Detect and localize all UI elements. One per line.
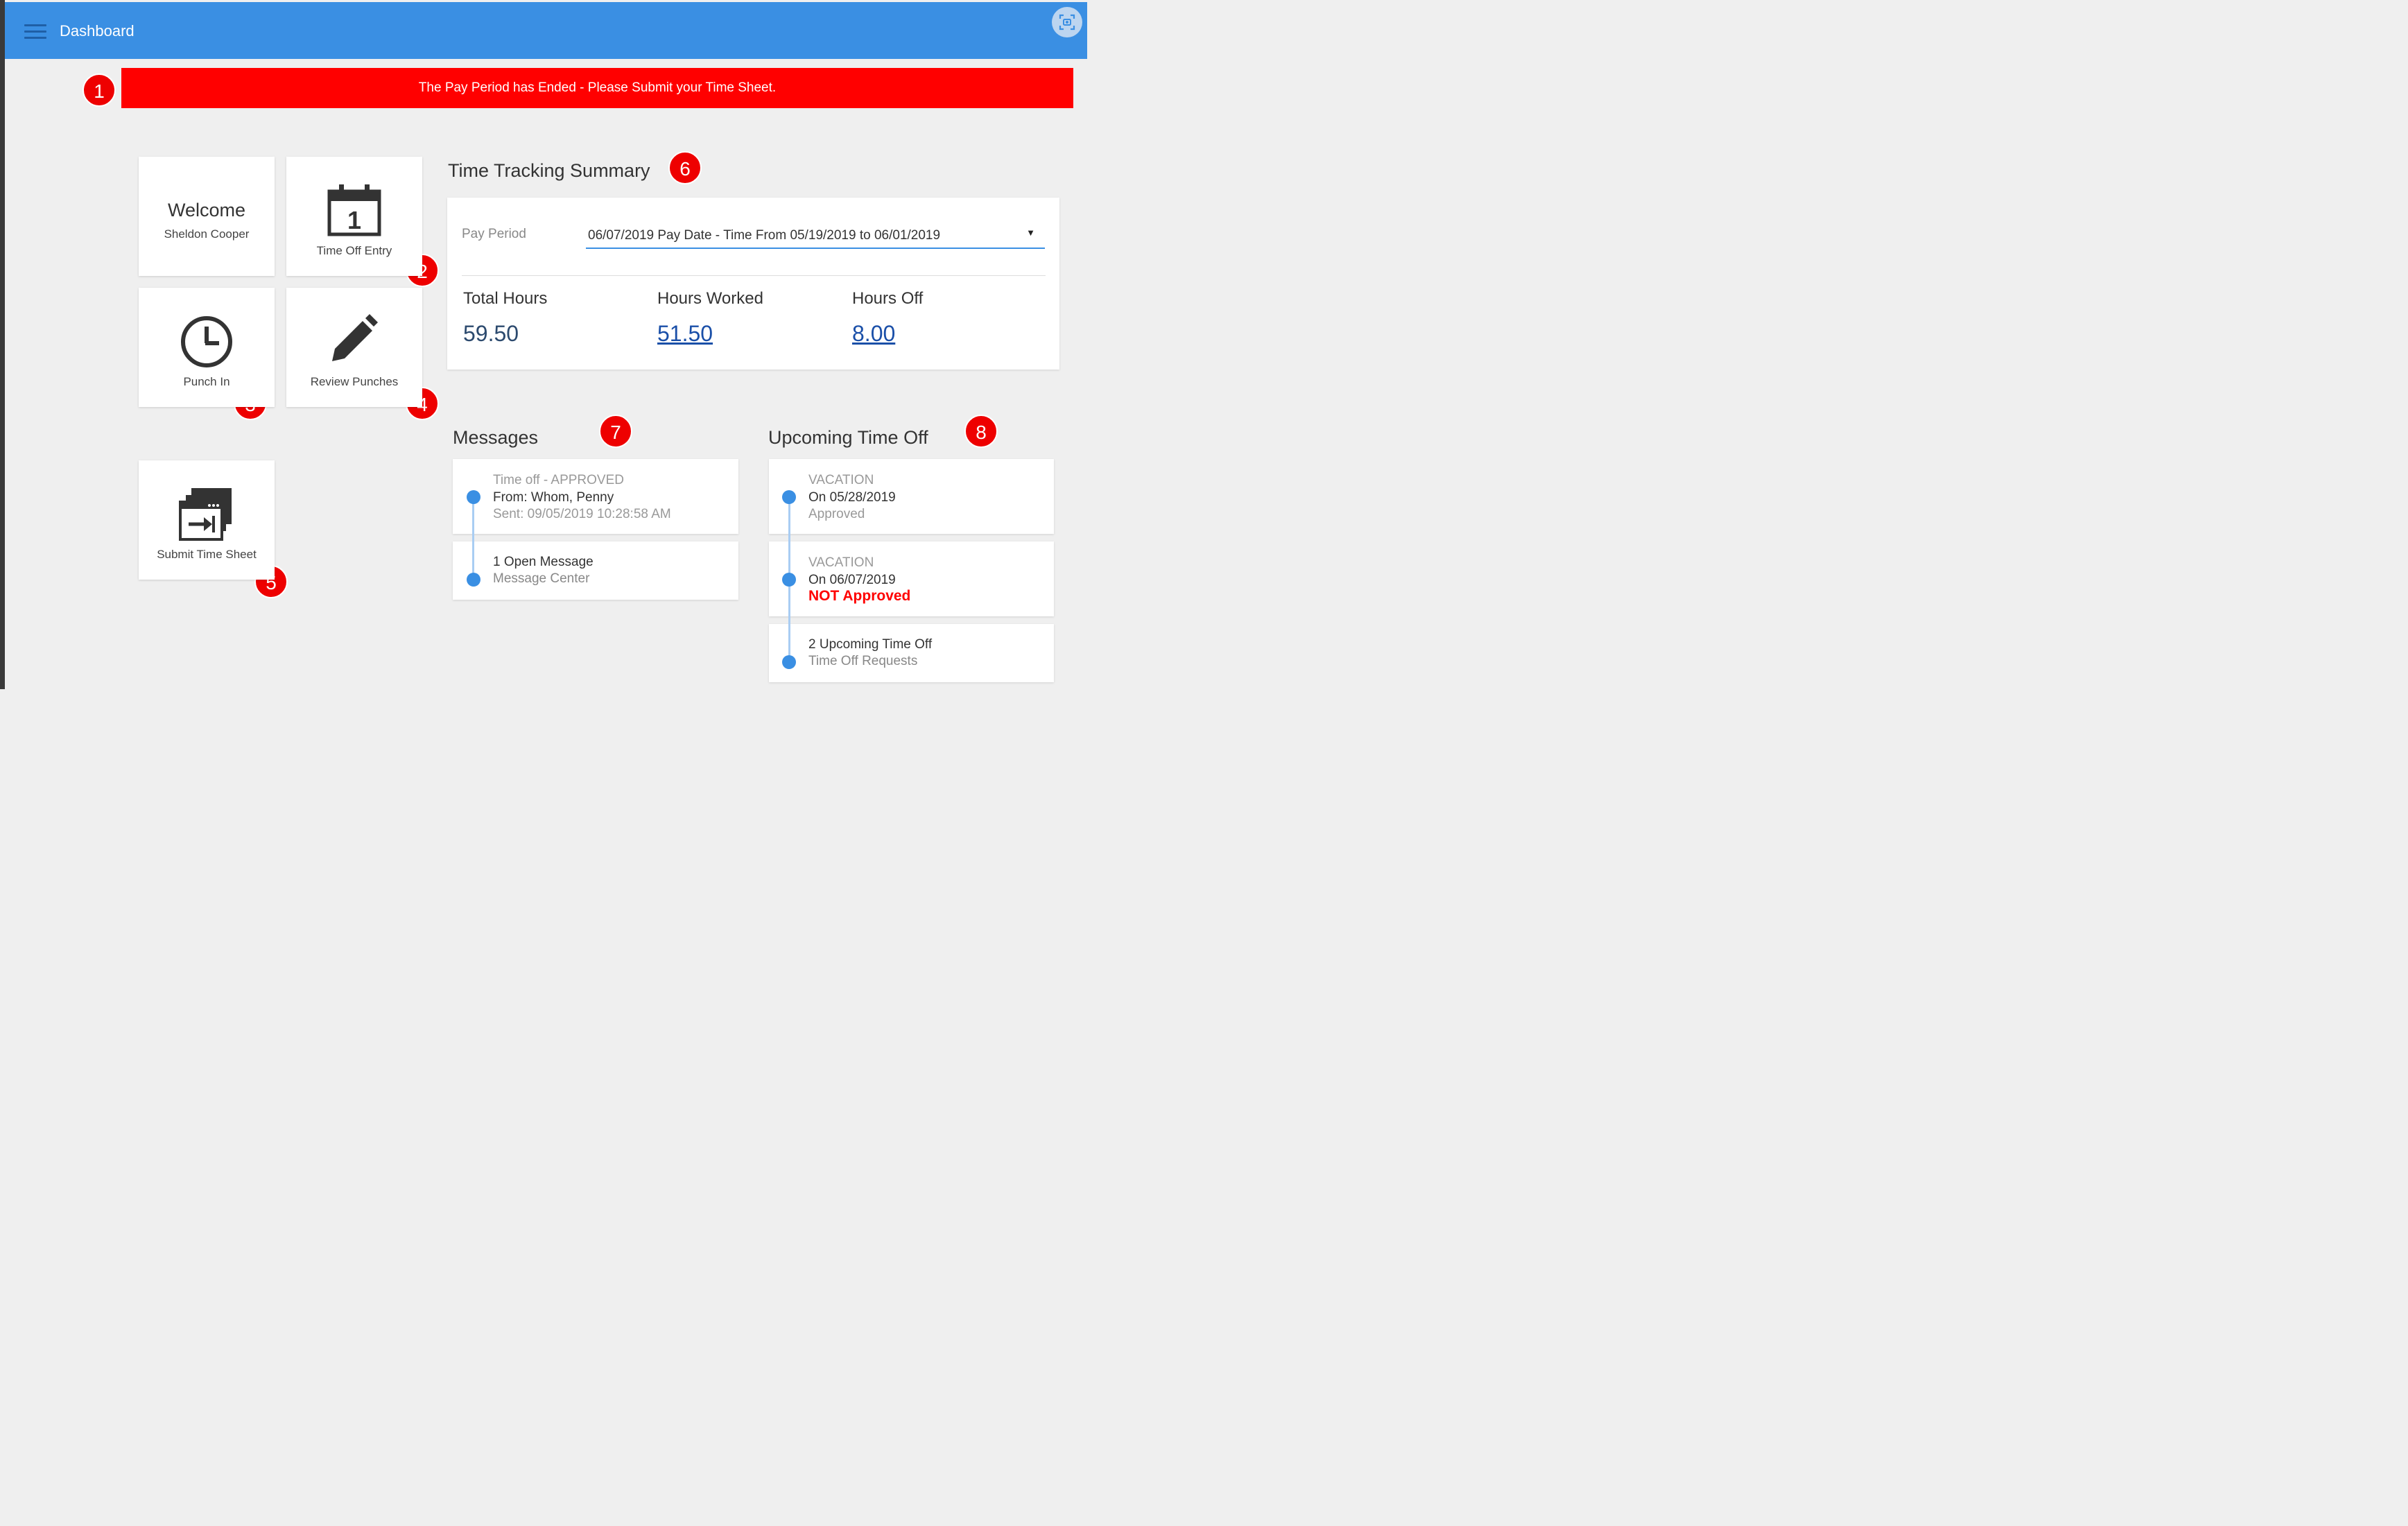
time-off-entry-label: Time Off Entry: [316, 244, 392, 257]
message-item[interactable]: Time off - APPROVED From: Whom, Penny Se…: [453, 459, 738, 534]
time-off-item[interactable]: VACATION On 05/28/2019 Approved: [769, 459, 1054, 534]
upcoming-count-subtitle: Time Off Requests: [808, 654, 918, 668]
summary-divider: [462, 275, 1046, 276]
pay-period-select[interactable]: 06/07/2019 Pay Date - Time From 05/19/20…: [586, 225, 1045, 249]
pay-period-value: 06/07/2019 Pay Date - Time From 05/19/20…: [588, 228, 941, 243]
timeline-dot: [782, 573, 796, 587]
hamburger-icon[interactable]: [24, 24, 46, 40]
message-sent: Sent: 09/05/2019 10:28:58 AM: [493, 507, 671, 521]
callout-badge-7: 7: [599, 415, 632, 448]
calendar-day: 1: [347, 206, 361, 234]
time-off-type: VACATION: [808, 473, 874, 487]
submit-time-sheet-tile[interactable]: Submit Time Sheet: [139, 460, 275, 580]
time-off-date: On 06/07/2019: [808, 573, 896, 587]
time-off-status: Approved: [808, 507, 865, 521]
clock-icon: [181, 316, 232, 367]
callout-badge-1: 1: [83, 73, 116, 107]
calendar-icon: 1: [327, 184, 381, 236]
submit-windows-icon: [179, 488, 232, 541]
message-subject: Time off - APPROVED: [493, 473, 624, 487]
message-from: From: Whom, Penny: [493, 490, 614, 505]
callout-badge-6: 6: [668, 151, 702, 184]
punch-in-tile[interactable]: Punch In: [139, 288, 275, 407]
upcoming-time-off-title: Upcoming Time Off: [768, 427, 928, 448]
hours-worked-link[interactable]: 51.50: [657, 321, 713, 347]
time-off-status-not-approved: NOT Approved: [808, 588, 911, 604]
messages-timeline-line: [472, 497, 474, 579]
dropdown-caret-icon: ▼: [1026, 227, 1035, 238]
total-hours-label: Total Hours: [463, 289, 548, 308]
upcoming-time-off-summary-item[interactable]: 2 Upcoming Time Off Time Off Requests: [769, 624, 1054, 682]
welcome-tile: Welcome Sheldon Cooper: [139, 157, 275, 276]
summary-title: Time Tracking Summary: [448, 160, 650, 181]
punch-in-label: Punch In: [183, 375, 230, 388]
pencil-icon: [332, 314, 378, 361]
total-hours-value: 59.50: [463, 321, 519, 346]
window-frame-edge: [0, 0, 5, 689]
timeline-dot: [782, 655, 796, 669]
review-punches-tile[interactable]: Review Punches: [286, 288, 422, 407]
time-tracking-summary-card: Pay Period 06/07/2019 Pay Date - Time Fr…: [447, 198, 1059, 370]
time-off-entry-tile[interactable]: 1 Time Off Entry: [286, 157, 422, 276]
timeline-dot: [782, 490, 796, 504]
time-off-date: On 05/28/2019: [808, 490, 896, 505]
hours-off-label: Hours Off: [852, 289, 924, 308]
app-header: Dashboard: [5, 2, 1087, 59]
page-title: Dashboard: [60, 22, 135, 40]
welcome-title: Welcome: [167, 200, 246, 220]
hours-off-link[interactable]: 8.00: [852, 321, 895, 347]
screenshot-scan-button[interactable]: [1052, 7, 1082, 37]
timeline-dot: [467, 573, 480, 587]
callout-badge-8: 8: [964, 415, 998, 448]
user-name: Sheldon Cooper: [164, 227, 250, 241]
open-messages-item[interactable]: 1 Open Message Message Center: [453, 541, 738, 600]
open-messages-subtitle: Message Center: [493, 571, 590, 586]
review-punches-label: Review Punches: [310, 375, 399, 388]
open-messages-title: 1 Open Message: [493, 555, 594, 569]
pay-period-label: Pay Period: [462, 227, 526, 241]
hours-worked-label: Hours Worked: [657, 289, 763, 308]
submit-time-sheet-label: Submit Time Sheet: [157, 548, 257, 561]
timeline-dot: [467, 490, 480, 504]
messages-title: Messages: [453, 427, 539, 448]
time-off-item[interactable]: VACATION On 06/07/2019 NOT Approved: [769, 541, 1054, 616]
time-off-type: VACATION: [808, 555, 874, 570]
screenshot-scan-icon: [1059, 14, 1075, 31]
upcoming-count-title: 2 Upcoming Time Off: [808, 637, 933, 652]
pay-period-ended-banner: The Pay Period has Ended - Please Submit…: [121, 68, 1073, 108]
